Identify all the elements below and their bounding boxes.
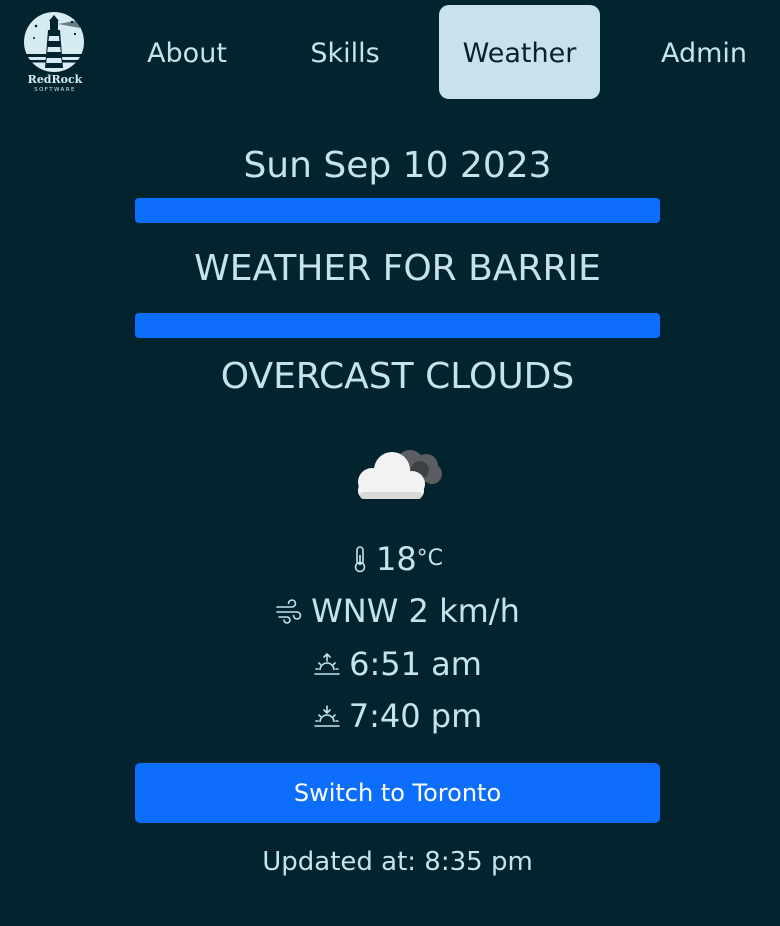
logo-subtitle: SOFTWARE (34, 87, 76, 93)
sunrise-value: 6:51 am (349, 645, 482, 683)
nav-item-about[interactable]: About (128, 5, 246, 99)
current-date: Sun Sep 10 2023 (243, 145, 552, 186)
lighthouse-icon (24, 12, 84, 72)
divider-bar (135, 313, 660, 338)
temperature-unit: °C (416, 546, 444, 571)
temperature-row: 18°C (135, 535, 660, 581)
weather-page: RedRock SOFTWARE About Skills Weather Ad… (0, 0, 780, 926)
divider-bar (135, 198, 660, 223)
logo-wordmark: RedRock (27, 73, 83, 86)
redrock-logo[interactable]: RedRock SOFTWARE (22, 10, 88, 98)
nav-item-admin[interactable]: Admin (640, 5, 768, 99)
sunset-value: 7:40 pm (348, 697, 483, 735)
wind-row: WNW 2 km/h (135, 587, 660, 633)
city-heading: WEATHER FOR BARRIE (194, 248, 601, 289)
top-nav: RedRock SOFTWARE About Skills Weather Ad… (0, 0, 780, 108)
overcast-clouds-icon (358, 450, 442, 499)
sunrise-row: 6:51 am (135, 640, 660, 686)
updated-timestamp: Updated at: 8:35 pm (262, 847, 533, 877)
wind-icon (276, 599, 302, 624)
sunset-icon (313, 705, 340, 727)
nav-item-weather[interactable]: Weather (439, 5, 600, 99)
weather-conditions: OVERCAST CLOUDS (220, 356, 575, 397)
sunrise-icon (314, 653, 340, 675)
thermometer-icon (354, 546, 366, 573)
sunset-row: 7:40 pm (135, 692, 660, 738)
temperature-value: 18 (375, 540, 417, 578)
nav-item-skills[interactable]: Skills (286, 5, 404, 99)
wind-value: WNW 2 km/h (311, 592, 520, 630)
switch-city-button[interactable]: Switch to Toronto (135, 763, 660, 823)
